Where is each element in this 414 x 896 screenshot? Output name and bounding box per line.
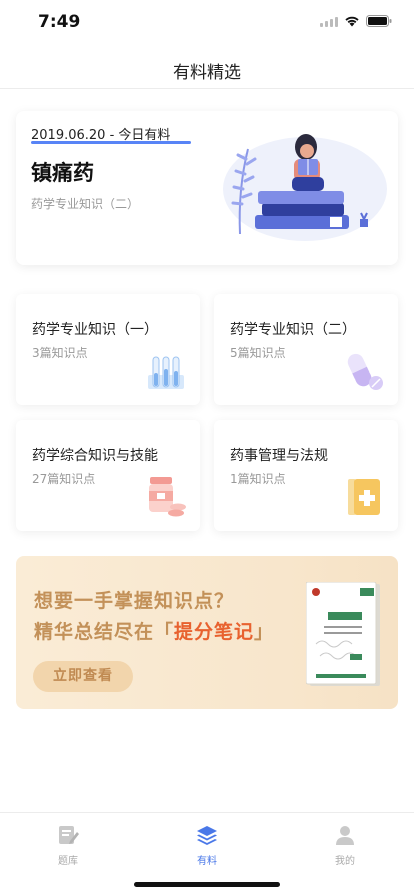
notes-book-cover [305,581,382,688]
promo-subline-prefix: 精华总结尽在「 [34,621,175,643]
category-title: 药学综合知识与技能 [32,448,158,464]
tab-youliao[interactable]: 有料 [177,823,237,867]
category-title: 药事管理与法规 [230,448,328,464]
tab-question-bank[interactable]: 题库 [38,823,98,867]
promo-highlight: 提分笔记 [174,621,255,643]
home-indicator [134,882,280,887]
category-count: 5篇知识点 [230,346,286,360]
capsule-pills-icon [342,349,386,393]
tab-label: 题库 [58,856,78,867]
category-title: 药学专业知识（二） [230,322,356,338]
category-count: 3篇知识点 [32,346,88,360]
featured-card[interactable]: 2019.06.20 - 今日有料 镇痛药 药学专业知识（二） [16,111,398,265]
featured-subtitle: 药学专业知识（二） [31,197,140,211]
category-card-3[interactable]: 药学综合知识与技能 27篇知识点 [16,420,200,531]
reading-girl-books-illustration [210,119,390,249]
tab-label: 我的 [335,856,355,867]
wifi-icon [344,15,360,27]
tab-label: 有料 [197,856,217,867]
battery-icon [366,15,392,27]
medical-book-icon [342,475,386,519]
category-title: 药学专业知识（一） [32,322,158,338]
featured-date: 2019.06.20 - 今日有料 [31,128,171,143]
tab-mine[interactable]: 我的 [315,823,375,867]
person-icon [333,823,357,847]
view-now-button[interactable]: 立即查看 [33,661,133,692]
promo-subline: 精华总结尽在「提分笔记」 [34,617,274,644]
category-card-2[interactable]: 药学专业知识（二） 5篇知识点 [214,294,398,405]
question-bank-icon [56,823,80,847]
layers-icon [195,823,219,847]
status-icons [320,15,392,27]
promo-subline-suffix: 」 [254,621,275,643]
status-time: 7:49 [38,12,81,32]
medicine-bottle-icon [144,475,188,519]
category-count: 1篇知识点 [230,472,286,486]
test-tubes-icon [144,349,188,393]
nav-bar: 有料精选 [0,44,414,89]
category-count: 27篇知识点 [32,472,96,486]
promo-headline: 想要一手掌握知识点？ [34,590,235,612]
promo-banner[interactable]: 想要一手掌握知识点？ 精华总结尽在「提分笔记」 立即查看 [16,556,398,709]
signal-icon [320,16,338,27]
category-card-1[interactable]: 药学专业知识（一） 3篇知识点 [16,294,200,405]
status-bar: 7:49 [0,0,414,44]
featured-title: 镇痛药 [31,161,94,185]
category-card-4[interactable]: 药事管理与法规 1篇知识点 [214,420,398,531]
page-title: 有料精选 [173,63,241,83]
